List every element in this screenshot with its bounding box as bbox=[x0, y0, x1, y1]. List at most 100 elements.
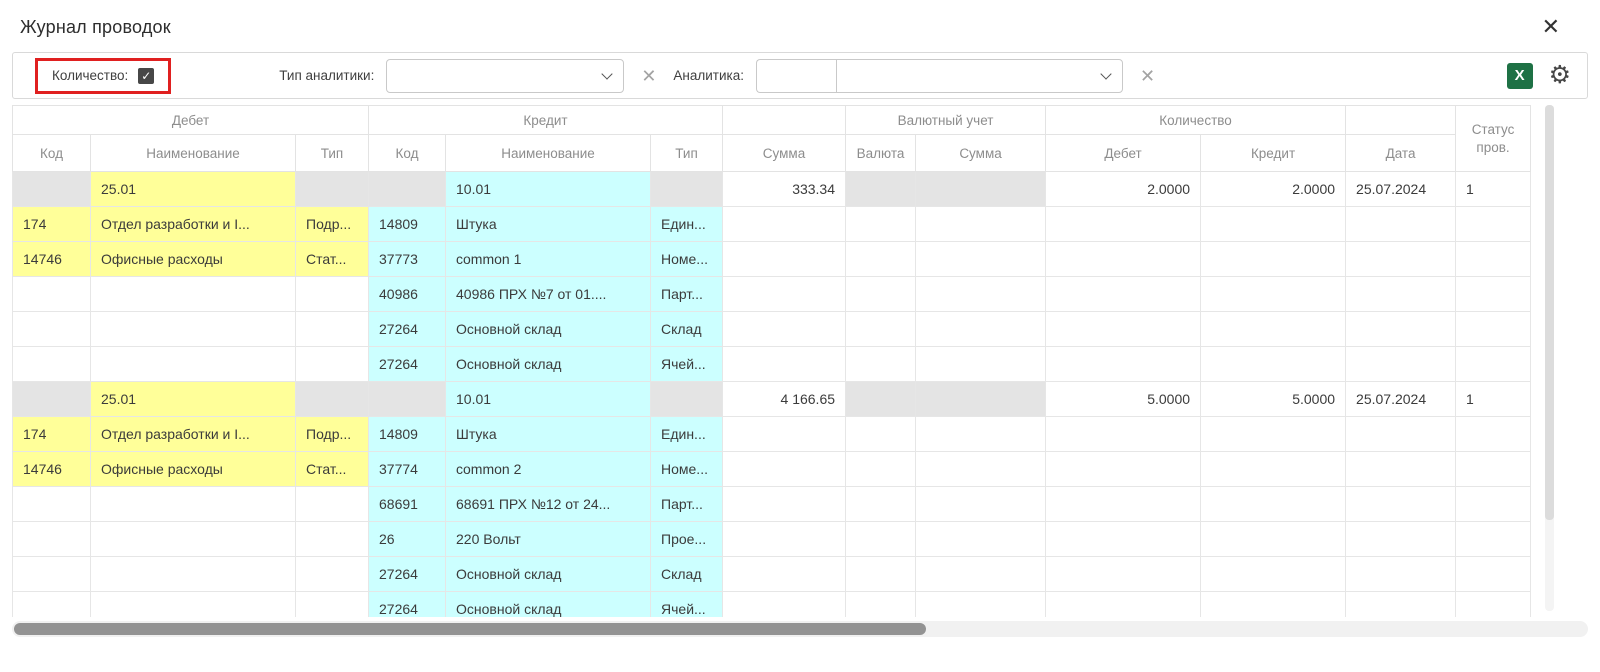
clear-analytics-type-icon[interactable]: ✕ bbox=[641, 67, 656, 85]
table-cell[interactable] bbox=[1346, 312, 1456, 347]
table-cell[interactable]: 5.0000 bbox=[1046, 382, 1201, 417]
table-cell[interactable] bbox=[91, 312, 296, 347]
table-cell[interactable]: 4 166.65 bbox=[723, 382, 846, 417]
table-cell[interactable]: 25.07.2024 bbox=[1346, 172, 1456, 207]
table-cell[interactable]: Стат... bbox=[296, 242, 369, 277]
table-cell[interactable] bbox=[916, 522, 1046, 557]
table-cell[interactable] bbox=[1346, 207, 1456, 242]
table-cell[interactable] bbox=[1456, 242, 1531, 277]
table-cell[interactable]: Офисные расходы bbox=[91, 242, 296, 277]
table-cell[interactable] bbox=[723, 312, 846, 347]
table-cell[interactable] bbox=[1201, 522, 1346, 557]
table-cell[interactable] bbox=[846, 452, 916, 487]
table-cell[interactable] bbox=[1456, 592, 1531, 618]
table-cell[interactable] bbox=[13, 487, 91, 522]
table-cell[interactable] bbox=[1201, 207, 1346, 242]
table-cell[interactable] bbox=[13, 172, 91, 207]
table-cell[interactable] bbox=[13, 522, 91, 557]
table-cell[interactable] bbox=[1201, 277, 1346, 312]
table-cell[interactable] bbox=[846, 207, 916, 242]
analytics-row[interactable]: 174Отдел разработки и I...Подр...14809Шт… bbox=[13, 417, 1531, 452]
table-cell[interactable] bbox=[1046, 557, 1201, 592]
table-cell[interactable]: 27264 bbox=[369, 312, 446, 347]
table-cell[interactable] bbox=[1201, 242, 1346, 277]
table-cell[interactable] bbox=[1456, 312, 1531, 347]
analytics-row[interactable]: 174Отдел разработки и I...Подр...14809Шт… bbox=[13, 207, 1531, 242]
table-cell[interactable] bbox=[1201, 417, 1346, 452]
table-cell[interactable] bbox=[846, 312, 916, 347]
table-cell[interactable]: Основной склад bbox=[446, 557, 651, 592]
table-cell[interactable] bbox=[846, 347, 916, 382]
table-cell[interactable]: Парт... bbox=[651, 277, 723, 312]
table-cell[interactable]: 14746 bbox=[13, 452, 91, 487]
table-cell[interactable]: 14809 bbox=[369, 207, 446, 242]
table-cell[interactable]: Склад bbox=[651, 557, 723, 592]
table-cell[interactable] bbox=[916, 312, 1046, 347]
table-cell[interactable]: 68691 ПРХ №12 от 24... bbox=[446, 487, 651, 522]
table-cell[interactable]: Основной склад bbox=[446, 312, 651, 347]
table-cell[interactable] bbox=[916, 417, 1046, 452]
table-cell[interactable]: 10.01 bbox=[446, 172, 651, 207]
vertical-scrollbar-thumb[interactable] bbox=[1545, 105, 1554, 520]
table-cell[interactable] bbox=[723, 277, 846, 312]
horizontal-scrollbar-thumb[interactable] bbox=[14, 623, 926, 635]
table-cell[interactable] bbox=[1046, 347, 1201, 382]
table-cell[interactable] bbox=[916, 277, 1046, 312]
table-cell[interactable]: Един... bbox=[651, 207, 723, 242]
table-cell[interactable] bbox=[369, 382, 446, 417]
journal-entry-row[interactable]: 25.0110.01333.342.00002.000025.07.20241 bbox=[13, 172, 1531, 207]
analytics-code-input[interactable] bbox=[756, 59, 836, 93]
table-cell[interactable]: Штука bbox=[446, 207, 651, 242]
analytics-row[interactable]: 14746Офисные расходыСтат...37773common 1… bbox=[13, 242, 1531, 277]
excel-export-icon[interactable]: X bbox=[1507, 63, 1533, 89]
table-cell[interactable] bbox=[1346, 557, 1456, 592]
table-cell[interactable] bbox=[1456, 522, 1531, 557]
table-cell[interactable] bbox=[1346, 242, 1456, 277]
table-cell[interactable] bbox=[296, 522, 369, 557]
table-cell[interactable] bbox=[723, 417, 846, 452]
analytics-row[interactable]: 27264Основной складСклад bbox=[13, 557, 1531, 592]
table-cell[interactable] bbox=[1346, 417, 1456, 452]
quantity-checkbox[interactable]: ✓ bbox=[138, 68, 154, 84]
analytics-row[interactable]: 27264Основной складСклад bbox=[13, 312, 1531, 347]
table-cell[interactable] bbox=[846, 242, 916, 277]
table-cell[interactable]: Основной склад bbox=[446, 347, 651, 382]
table-cell[interactable] bbox=[916, 242, 1046, 277]
table-cell[interactable] bbox=[91, 277, 296, 312]
table-cell[interactable] bbox=[296, 172, 369, 207]
table-cell[interactable] bbox=[1046, 242, 1201, 277]
table-cell[interactable] bbox=[1346, 452, 1456, 487]
table-cell[interactable] bbox=[723, 242, 846, 277]
table-cell[interactable]: Отдел разработки и I... bbox=[91, 417, 296, 452]
table-cell[interactable]: 1 bbox=[1456, 172, 1531, 207]
table-cell[interactable] bbox=[296, 487, 369, 522]
table-cell[interactable] bbox=[13, 592, 91, 618]
table-cell[interactable] bbox=[1046, 207, 1201, 242]
table-cell[interactable] bbox=[296, 382, 369, 417]
analytics-row[interactable]: 27264Основной складЯчей... bbox=[13, 592, 1531, 618]
table-cell[interactable] bbox=[1456, 277, 1531, 312]
table-cell[interactable] bbox=[91, 487, 296, 522]
table-cell[interactable]: Прое... bbox=[651, 522, 723, 557]
table-cell[interactable]: 37774 bbox=[369, 452, 446, 487]
table-cell[interactable]: 220 Вольт bbox=[446, 522, 651, 557]
table-cell[interactable] bbox=[1201, 487, 1346, 522]
table-cell[interactable]: 27264 bbox=[369, 557, 446, 592]
table-cell[interactable] bbox=[1456, 347, 1531, 382]
table-cell[interactable] bbox=[651, 172, 723, 207]
table-cell[interactable]: Ячей... bbox=[651, 592, 723, 618]
table-cell[interactable] bbox=[1346, 592, 1456, 618]
table-cell[interactable] bbox=[296, 592, 369, 618]
table-cell[interactable]: common 1 bbox=[446, 242, 651, 277]
journal-entry-row[interactable]: 25.0110.014 166.655.00005.000025.07.2024… bbox=[13, 382, 1531, 417]
table-cell[interactable] bbox=[91, 347, 296, 382]
table-cell[interactable] bbox=[1046, 312, 1201, 347]
table-cell[interactable]: Офисные расходы bbox=[91, 452, 296, 487]
table-cell[interactable] bbox=[916, 172, 1046, 207]
table-cell[interactable] bbox=[1346, 347, 1456, 382]
close-icon[interactable]: ✕ bbox=[1542, 16, 1560, 38]
table-cell[interactable]: 1 bbox=[1456, 382, 1531, 417]
table-cell[interactable] bbox=[1346, 277, 1456, 312]
analytics-row[interactable]: 6869168691 ПРХ №12 от 24...Парт... bbox=[13, 487, 1531, 522]
table-cell[interactable] bbox=[296, 557, 369, 592]
